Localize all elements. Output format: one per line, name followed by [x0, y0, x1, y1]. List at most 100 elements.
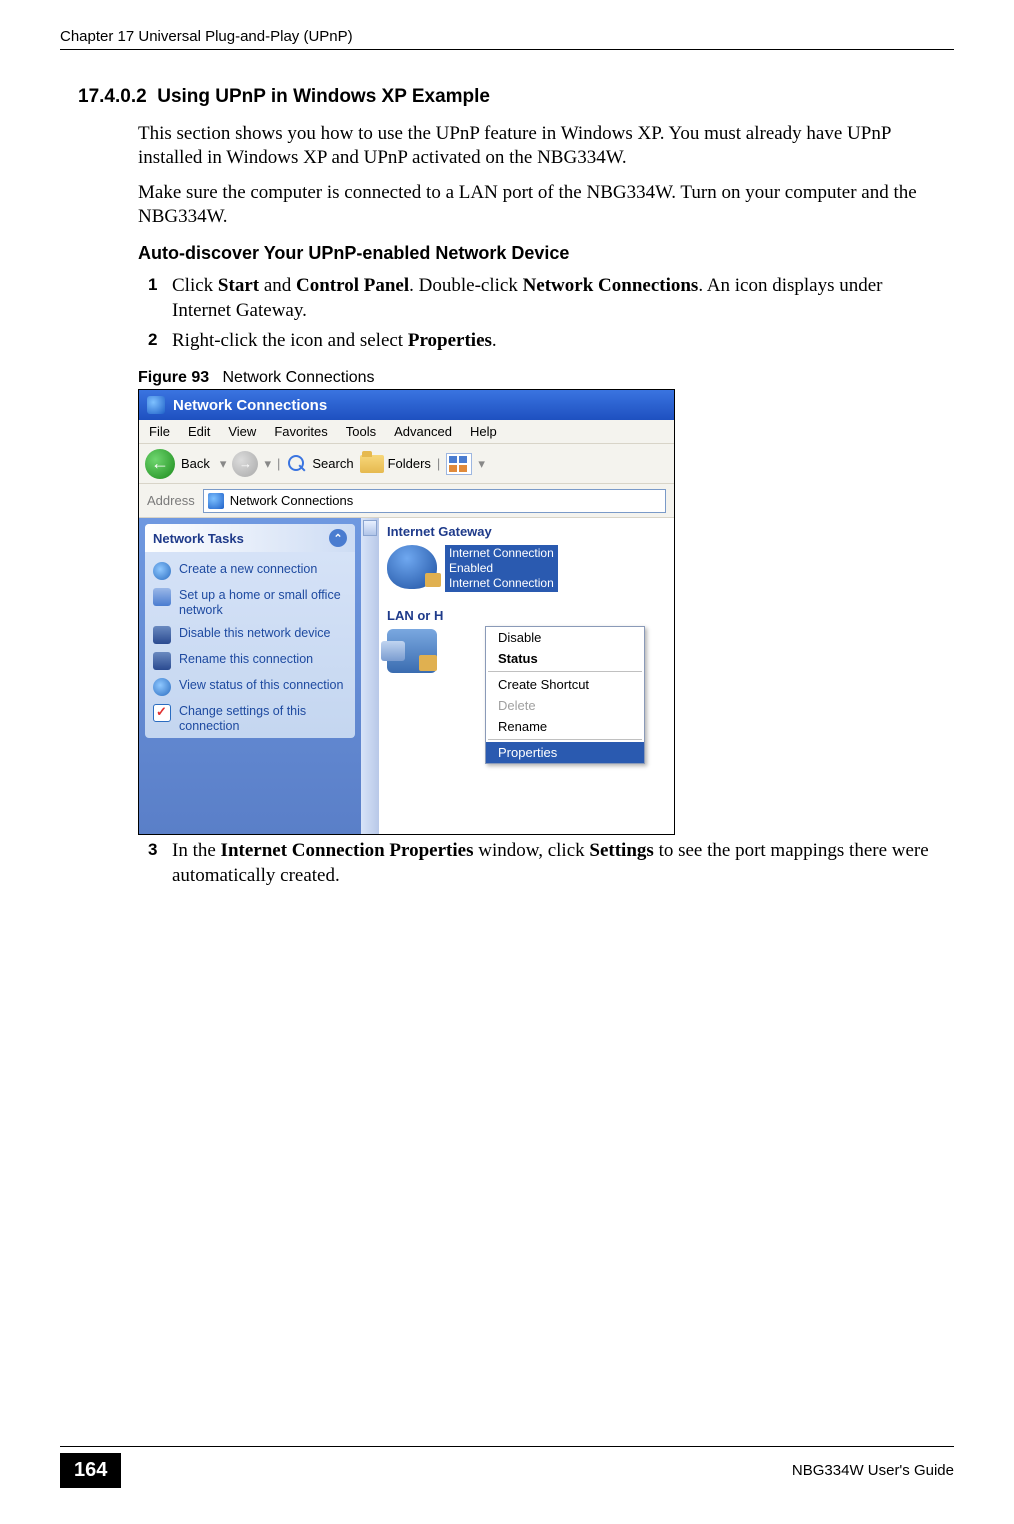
search-label: Search	[312, 456, 353, 471]
window-content: Network Tasks ⌃ Create a new connection …	[139, 518, 674, 834]
connection-label-selected: Internet Connection Enabled Internet Con…	[445, 545, 558, 592]
forward-button-icon[interactable]: →	[232, 451, 258, 477]
network-tasks-panel: Network Tasks ⌃ Create a new connection …	[145, 524, 355, 738]
menu-help[interactable]: Help	[470, 424, 497, 439]
menu-favorites[interactable]: Favorites	[274, 424, 327, 439]
views-button[interactable]	[446, 453, 472, 475]
address-value: Network Connections	[230, 493, 354, 508]
guide-name: NBG334W User's Guide	[792, 1462, 954, 1479]
step-number: 2	[148, 329, 172, 353]
bold-text: Control Panel	[296, 275, 409, 296]
internet-gateway-icon	[387, 545, 437, 589]
section-heading: 17.4.0.2 Using UPnP in Windows XP Exampl…	[78, 86, 954, 108]
panel-title: Network Tasks	[153, 531, 244, 546]
search-icon	[286, 453, 308, 475]
task-label: Create a new connection	[179, 562, 317, 577]
body-paragraph: This section shows you how to use the UP…	[138, 122, 944, 171]
window-titlebar[interactable]: Network Connections	[139, 390, 674, 420]
step-text: In the Internet Connection Properties wi…	[172, 839, 944, 888]
sub-heading: Auto-discover Your UPnP-enabled Network …	[138, 243, 954, 264]
search-button[interactable]: Search	[286, 453, 353, 475]
running-head: Chapter 17 Universal Plug-and-Play (UPnP…	[60, 28, 954, 45]
task-view-status[interactable]: View status of this connection	[153, 674, 347, 700]
screenshot-network-connections: Network Connections File Edit View Favor…	[138, 389, 675, 835]
change-settings-icon	[153, 704, 171, 722]
task-label: Disable this network device	[179, 626, 330, 641]
text: Right-click the icon and select	[172, 330, 408, 351]
task-change-settings[interactable]: Change settings of this connection	[153, 700, 347, 738]
step-text: Click Start and Control Panel. Double-cl…	[172, 274, 944, 323]
step-3: 3 In the Internet Connection Properties …	[148, 839, 944, 888]
section-number: 17.4.0.2	[78, 86, 147, 107]
task-label: Set up a home or small office network	[179, 588, 347, 618]
folder-icon	[360, 455, 384, 473]
task-create-connection[interactable]: Create a new connection	[153, 558, 347, 584]
panel-header[interactable]: Network Tasks ⌃	[145, 524, 355, 552]
bold-text: Start	[218, 275, 259, 296]
view-status-icon	[153, 678, 171, 696]
menu-advanced[interactable]: Advanced	[394, 424, 452, 439]
disable-device-icon	[153, 626, 171, 644]
text: and	[259, 275, 296, 296]
context-disable[interactable]: Disable	[486, 627, 644, 648]
figure-title: Network Connections	[222, 369, 374, 386]
menu-file[interactable]: File	[149, 424, 170, 439]
context-properties[interactable]: Properties	[486, 742, 644, 763]
toolbar: ← Back ▾ → ▾ | Search Folders | ▾	[139, 444, 674, 484]
text: In the	[172, 840, 221, 861]
context-create-shortcut[interactable]: Create Shortcut	[486, 674, 644, 695]
create-connection-icon	[153, 562, 171, 580]
footer-rule	[60, 1446, 954, 1447]
address-label: Address	[147, 493, 195, 508]
bold-text: Internet Connection Properties	[221, 840, 474, 861]
bold-text: Network Connections	[523, 275, 699, 296]
address-bar: Address Network Connections	[139, 484, 674, 518]
step-number: 3	[148, 839, 172, 888]
task-list: Create a new connection Set up a home or…	[145, 552, 355, 738]
bold-text: Settings	[589, 840, 653, 861]
page-footer: 164 NBG334W User's Guide	[60, 1446, 954, 1488]
setup-network-icon	[153, 588, 171, 606]
text: window, click	[473, 840, 589, 861]
menu-view[interactable]: View	[228, 424, 256, 439]
task-disable-device[interactable]: Disable this network device	[153, 622, 347, 648]
text: . Double-click	[409, 275, 522, 296]
figure-label: Figure 93	[138, 369, 209, 386]
task-label: Change settings of this connection	[179, 704, 347, 734]
step-2: 2 Right-click the icon and select Proper…	[148, 329, 944, 353]
context-rename[interactable]: Rename	[486, 716, 644, 737]
menu-edit[interactable]: Edit	[188, 424, 210, 439]
text: Click	[172, 275, 218, 296]
context-menu: Disable Status Create Shortcut Delete Re…	[485, 626, 645, 764]
task-rename-connection[interactable]: Rename this connection	[153, 648, 347, 674]
step-number: 1	[148, 274, 172, 323]
toolbar-dropdown-icon[interactable]: ▾	[220, 456, 227, 472]
step-text: Right-click the icon and select Properti…	[172, 329, 497, 353]
scrollbar[interactable]	[361, 518, 379, 834]
back-button-icon[interactable]: ←	[145, 449, 175, 479]
page-number: 164	[60, 1453, 121, 1488]
menubar: File Edit View Favorites Tools Advanced …	[139, 420, 674, 444]
back-button-label[interactable]: Back	[181, 456, 210, 471]
toolbar-dropdown-icon[interactable]: ▾	[478, 456, 485, 472]
header-rule	[60, 49, 954, 50]
folders-button[interactable]: Folders	[360, 455, 431, 473]
figure-caption: Figure 93 Network Connections	[138, 369, 954, 387]
collapse-icon[interactable]: ⌃	[329, 529, 347, 547]
menu-separator	[488, 739, 642, 740]
rename-connection-icon	[153, 652, 171, 670]
address-field[interactable]: Network Connections	[203, 489, 666, 513]
group-lan: LAN or H	[387, 608, 666, 623]
connection-type: Internet Connection	[449, 576, 554, 591]
group-internet-gateway: Internet Gateway	[387, 524, 666, 539]
connection-internet-gateway[interactable]: Internet Connection Enabled Internet Con…	[387, 545, 666, 592]
menu-tools[interactable]: Tools	[346, 424, 376, 439]
connection-status: Enabled	[449, 561, 554, 576]
lan-connection-icon	[387, 629, 437, 673]
toolbar-dropdown-icon[interactable]: ▾	[264, 456, 271, 472]
section-title: Using UPnP in Windows XP Example	[157, 86, 490, 107]
context-status[interactable]: Status	[486, 648, 644, 669]
body-paragraph: Make sure the computer is connected to a…	[138, 181, 944, 230]
connection-name: Internet Connection	[449, 546, 554, 561]
task-setup-network[interactable]: Set up a home or small office network	[153, 584, 347, 622]
